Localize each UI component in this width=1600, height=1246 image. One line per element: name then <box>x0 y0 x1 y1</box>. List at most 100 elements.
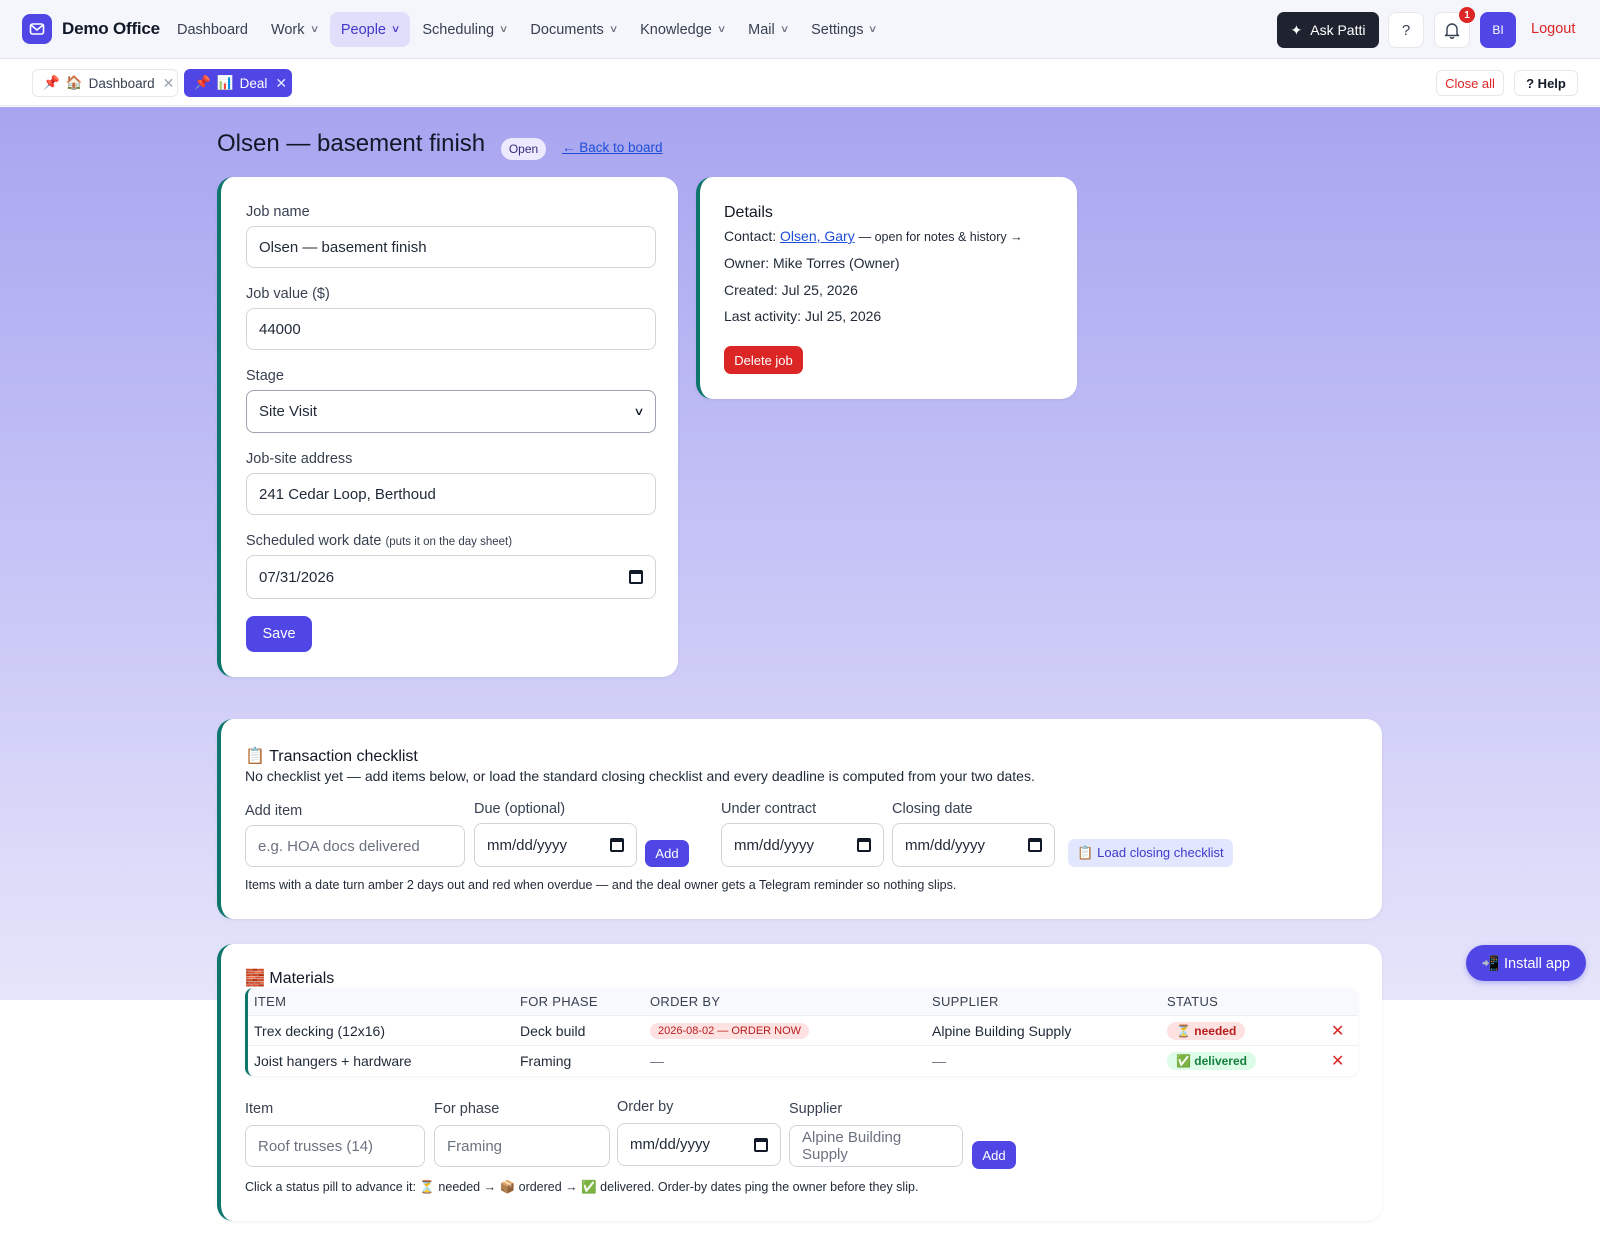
close-icon[interactable]: ✕ <box>275 75 287 92</box>
main-nav: Dashboard Work ∨ People ∨ Scheduling ∨ Docu… <box>166 12 889 47</box>
material-item-input[interactable]: Roof trusses (14) <box>245 1125 425 1167</box>
under-contract-label: Under contract <box>721 801 817 817</box>
add-item-placeholder: e.g. HOA docs delivered <box>258 837 420 855</box>
material-phase-placeholder: Framing <box>447 1137 503 1155</box>
nav-documents[interactable]: Documents ∨ <box>519 12 628 47</box>
supplier-cell: — <box>932 1053 946 1069</box>
closing-date-input[interactable]: mm/dd/yyyy <box>892 823 1055 867</box>
created-line: Created: Jul 25, 2026 <box>724 282 858 298</box>
calendar-icon[interactable] <box>629 570 643 584</box>
checklist-empty-text: No checklist yet — add items below, or l… <box>245 768 1035 784</box>
job-name-input[interactable]: Olsen — basement finish <box>246 226 656 268</box>
column-header-status: STATUS <box>1167 994 1219 1009</box>
notification-count-badge: 1 <box>1459 7 1475 23</box>
help-question-button[interactable]: ? <box>1388 12 1424 48</box>
materials-title: 🧱 Materials <box>245 970 335 987</box>
close-icon[interactable]: ✕ <box>163 75 175 92</box>
tab-dashboard[interactable]: 📌 🏠 Dashboard ✕ <box>32 69 178 97</box>
stage-selected-value: Site Visit <box>259 403 318 420</box>
nav-label: People <box>340 21 386 38</box>
user-avatar[interactable]: BI <box>1480 12 1516 48</box>
item-cell: Joist hangers + hardware <box>254 1053 412 1069</box>
job-value-input[interactable]: 44000 <box>246 308 656 350</box>
address-input[interactable]: 241 Cedar Loop, Berthoud <box>246 473 656 515</box>
nav-settings[interactable]: Settings ∨ <box>800 12 888 47</box>
address-label: Job-site address <box>246 451 353 467</box>
contact-link[interactable]: Olsen, Gary <box>780 228 855 244</box>
transaction-checklist-card: 📋 Transaction checklist No checklist yet… <box>217 719 1382 919</box>
nav-people[interactable]: People ∨ <box>329 12 411 47</box>
install-app-button[interactable]: 📲 Install app <box>1466 945 1586 981</box>
calendar-icon[interactable] <box>1028 838 1042 852</box>
stage-select[interactable]: Site Visit ∨ <box>246 390 656 433</box>
owner-line: Owner: Mike Torres (Owner) <box>724 255 900 271</box>
table-row: Joist hangers + hardware Framing — — ✅ d… <box>248 1046 1358 1076</box>
chevron-down-icon: ∨ <box>716 24 727 35</box>
back-to-board-link[interactable]: ← Back to board <box>562 140 663 155</box>
column-header-order-by: ORDER BY <box>650 994 721 1009</box>
add-material-button[interactable]: Add <box>972 1141 1016 1169</box>
checklist-title: 📋 Transaction checklist <box>245 748 418 765</box>
material-supplier-input[interactable]: Alpine Building Supply <box>789 1125 963 1167</box>
column-header-supplier: SUPPLIER <box>932 994 999 1009</box>
calendar-icon[interactable] <box>610 838 624 852</box>
delete-row-icon[interactable]: ✕ <box>1331 1016 1344 1045</box>
table-row: Trex decking (12x16) Deck build 2026-08-… <box>248 1016 1358 1046</box>
help-button[interactable]: ? Help <box>1514 70 1578 96</box>
under-contract-date-input[interactable]: mm/dd/yyyy <box>721 823 884 867</box>
phase-cell: Framing <box>520 1053 572 1069</box>
close-all-button[interactable]: Close all <box>1436 70 1504 96</box>
material-order-by-input[interactable]: mm/dd/yyyy <box>617 1123 781 1166</box>
closing-date-label: Closing date <box>892 801 973 817</box>
contact-note: — open for notes & history → <box>858 230 1023 244</box>
status-badge: Open <box>501 138 546 160</box>
work-date-value: 07/31/2026 <box>259 568 335 586</box>
tab-label: Deal <box>239 75 268 91</box>
add-checklist-item-button[interactable]: Add <box>645 840 689 867</box>
work-date-input[interactable]: 07/31/2026 <box>246 555 656 599</box>
pin-icon: 📌 <box>43 75 60 90</box>
material-order-by-placeholder: mm/dd/yyyy <box>630 1136 711 1153</box>
material-phase-input[interactable]: Framing <box>434 1125 610 1167</box>
material-phase-label: For phase <box>434 1101 500 1117</box>
materials-footnote: Click a status pill to advance it: ⏳ nee… <box>245 1180 919 1194</box>
checklist-footnote: Items with a date turn amber 2 days out … <box>245 878 957 892</box>
delete-row-icon[interactable]: ✕ <box>1331 1046 1344 1076</box>
chevron-down-icon: ∨ <box>868 24 878 35</box>
nav-dashboard[interactable]: Dashboard <box>166 12 259 47</box>
open-tabs-bar: 📌 🏠 Dashboard ✕ 📌 📊 Deal ✕ Close all ? H… <box>0 59 1600 106</box>
material-item-label: Item <box>245 1101 274 1117</box>
closing-date-placeholder: mm/dd/yyyy <box>905 836 986 854</box>
nav-label: Documents <box>530 21 604 38</box>
delete-job-button[interactable]: Delete job <box>724 346 803 374</box>
app-name[interactable]: Demo Office <box>62 19 160 39</box>
nav-label: Mail <box>748 21 775 38</box>
ask-patti-button[interactable]: ✦ Ask Patti <box>1277 12 1379 48</box>
last-activity-line: Last activity: Jul 25, 2026 <box>724 308 882 324</box>
add-item-input[interactable]: e.g. HOA docs delivered <box>245 825 465 867</box>
tab-deal[interactable]: 📌 📊 Deal ✕ <box>184 69 292 97</box>
job-name-value: Olsen — basement finish <box>259 238 427 256</box>
details-card: Details Contact: Olsen, Gary — open for … <box>696 177 1077 399</box>
job-name-label: Job name <box>246 204 310 220</box>
page-title: Olsen — basement finish <box>217 130 486 157</box>
calendar-icon[interactable] <box>754 1137 768 1152</box>
load-closing-checklist-button[interactable]: 📋 Load closing checklist <box>1068 839 1233 867</box>
status-pill-needed[interactable]: ⏳ needed <box>1167 1021 1246 1040</box>
calendar-icon[interactable] <box>857 838 871 852</box>
bell-icon <box>1444 22 1460 39</box>
due-date-input[interactable]: mm/dd/yyyy <box>474 823 637 867</box>
work-date-label: Scheduled work date (puts it on the day … <box>246 533 512 549</box>
nav-work[interactable]: Work ∨ <box>260 12 329 47</box>
nav-mail[interactable]: Mail ∨ <box>737 12 799 47</box>
chevron-down-icon: ∨ <box>633 406 645 418</box>
logout-link[interactable]: Logout <box>1531 21 1575 37</box>
question-icon: ? <box>1401 21 1411 39</box>
due-label: Due (optional) <box>474 801 566 817</box>
sparkle-icon: ✦ <box>1290 21 1303 38</box>
save-button[interactable]: Save <box>246 616 312 652</box>
nav-knowledge[interactable]: Knowledge ∨ <box>629 12 736 47</box>
mail-logo-icon[interactable] <box>22 14 52 44</box>
status-pill-delivered[interactable]: ✅ delivered <box>1167 1052 1256 1070</box>
nav-scheduling[interactable]: Scheduling ∨ <box>411 12 518 47</box>
